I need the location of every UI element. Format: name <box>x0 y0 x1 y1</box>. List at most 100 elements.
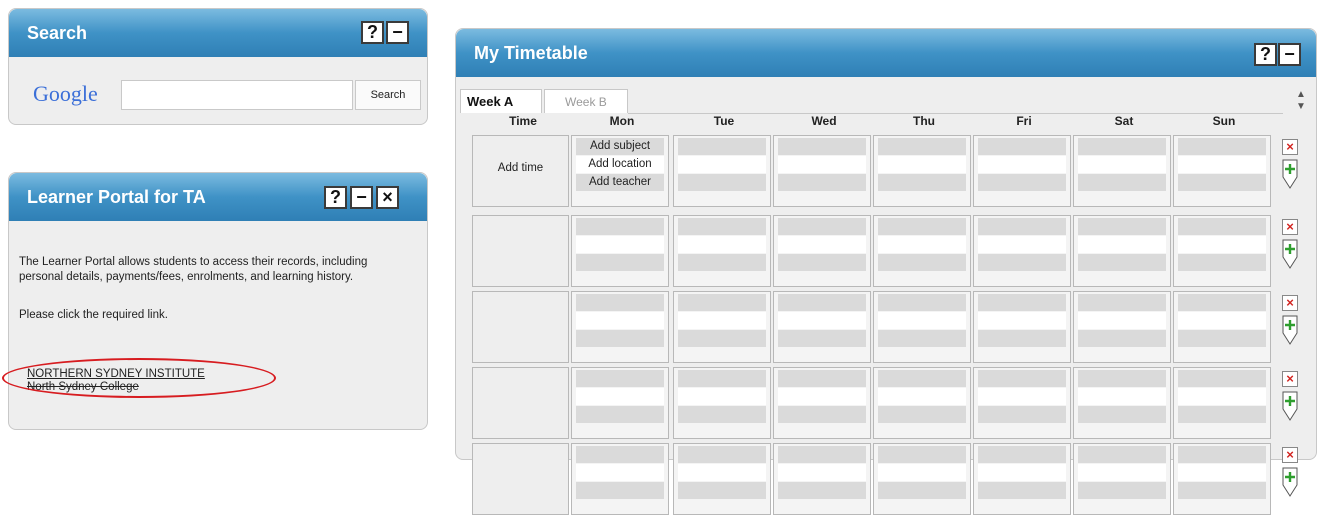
cell-slot <box>678 138 766 155</box>
day-cell[interactable] <box>673 135 771 207</box>
tab-week-b[interactable]: Week B <box>544 89 628 113</box>
day-cell[interactable] <box>973 443 1071 515</box>
cell-slot <box>1178 330 1266 347</box>
cell-slot <box>978 446 1066 463</box>
scroll-down-icon[interactable]: ▼ <box>1296 101 1306 112</box>
cell-slot <box>878 156 966 173</box>
cell-slot <box>978 138 1066 155</box>
day-cell[interactable] <box>673 443 771 515</box>
cell-slot <box>878 370 966 387</box>
column-header-mon: Mon <box>609 114 635 128</box>
row-controls: × <box>1282 295 1302 349</box>
add-slot-link[interactable]: Add teacher <box>576 174 664 191</box>
cell-slot <box>778 156 866 173</box>
day-cell[interactable] <box>873 443 971 515</box>
cell-slot <box>878 312 966 329</box>
cell-slot <box>1078 294 1166 311</box>
day-cell[interactable] <box>1173 135 1271 207</box>
day-cell[interactable] <box>673 367 771 439</box>
day-cell[interactable] <box>571 367 669 439</box>
add-row-icon[interactable] <box>1282 315 1298 345</box>
day-cell[interactable] <box>1073 367 1171 439</box>
cell-slot <box>1078 254 1166 271</box>
help-button[interactable]: ? <box>1254 43 1277 66</box>
add-time-link[interactable]: Add time <box>473 162 568 174</box>
add-row-icon[interactable] <box>1282 467 1298 497</box>
cell-slot <box>678 482 766 499</box>
day-cell[interactable] <box>673 291 771 363</box>
minimize-button[interactable]: − <box>386 21 409 44</box>
day-cell[interactable] <box>973 135 1071 207</box>
add-row-icon[interactable] <box>1282 391 1298 421</box>
learner-portal-description: The Learner Portal allows students to ac… <box>19 256 368 283</box>
day-cell[interactable] <box>1173 443 1271 515</box>
cell-slot <box>1078 174 1166 191</box>
day-cell[interactable] <box>571 291 669 363</box>
remove-row-icon[interactable]: × <box>1282 219 1298 235</box>
day-cell[interactable] <box>773 367 871 439</box>
timetable-title: My Timetable <box>474 43 588 63</box>
day-cell[interactable] <box>1073 135 1171 207</box>
day-cell[interactable] <box>973 215 1071 287</box>
cell-slot <box>576 294 664 311</box>
cell-slot <box>978 294 1066 311</box>
day-cell[interactable] <box>1073 443 1171 515</box>
day-cell[interactable] <box>773 291 871 363</box>
cell-slot <box>1078 446 1166 463</box>
remove-row-icon[interactable]: × <box>1282 447 1298 463</box>
remove-row-icon[interactable]: × <box>1282 371 1298 387</box>
time-cell[interactable]: Add time <box>472 135 569 207</box>
add-slot-link[interactable]: Add subject <box>576 138 664 155</box>
scroll-up-icon[interactable]: ▲ <box>1296 89 1306 100</box>
day-cell[interactable] <box>1073 291 1171 363</box>
day-cell[interactable] <box>571 215 669 287</box>
minimize-button[interactable]: − <box>350 186 373 209</box>
time-cell[interactable] <box>472 443 569 515</box>
row-controls: × <box>1282 447 1302 501</box>
minimize-button[interactable]: − <box>1278 43 1301 66</box>
day-cell[interactable] <box>1073 215 1171 287</box>
day-cell[interactable] <box>773 443 871 515</box>
cell-slot <box>778 464 866 481</box>
remove-row-icon[interactable]: × <box>1282 295 1298 311</box>
tab-week-a[interactable]: Week A <box>460 89 542 113</box>
day-cell[interactable] <box>873 291 971 363</box>
cell-slot <box>1078 218 1166 235</box>
day-cell[interactable] <box>773 215 871 287</box>
day-cell[interactable] <box>1173 367 1271 439</box>
help-button[interactable]: ? <box>324 186 347 209</box>
day-cell[interactable] <box>873 135 971 207</box>
day-cell[interactable] <box>973 367 1071 439</box>
cell-slot <box>778 312 866 329</box>
search-button[interactable]: Search <box>355 80 421 110</box>
cell-slot <box>1078 464 1166 481</box>
day-cell[interactable] <box>1173 215 1271 287</box>
cell-slot <box>1078 156 1166 173</box>
day-cell[interactable] <box>673 215 771 287</box>
cell-slot <box>978 330 1066 347</box>
close-button[interactable]: × <box>376 186 399 209</box>
day-cell[interactable] <box>1173 291 1271 363</box>
cell-slot <box>678 406 766 423</box>
google-search-input[interactable] <box>121 80 353 110</box>
cell-slot <box>778 330 866 347</box>
cell-slot <box>576 218 664 235</box>
day-cell[interactable] <box>873 367 971 439</box>
time-cell[interactable] <box>472 215 569 287</box>
help-button[interactable]: ? <box>361 21 384 44</box>
time-cell[interactable] <box>472 367 569 439</box>
cell-slot <box>778 388 866 405</box>
day-cell[interactable] <box>873 215 971 287</box>
cell-slot <box>1178 254 1266 271</box>
time-cell[interactable] <box>472 291 569 363</box>
add-row-icon[interactable] <box>1282 239 1298 269</box>
day-cell[interactable]: Add subject Add location Add teacher <box>571 135 669 207</box>
day-cell[interactable] <box>773 135 871 207</box>
day-cell[interactable] <box>973 291 1071 363</box>
cell-slot <box>678 236 766 253</box>
column-header-sat: Sat <box>1114 114 1134 128</box>
add-row-icon[interactable] <box>1282 159 1298 189</box>
add-slot-link[interactable]: Add location <box>576 156 664 173</box>
remove-row-icon[interactable]: × <box>1282 139 1298 155</box>
day-cell[interactable] <box>571 443 669 515</box>
